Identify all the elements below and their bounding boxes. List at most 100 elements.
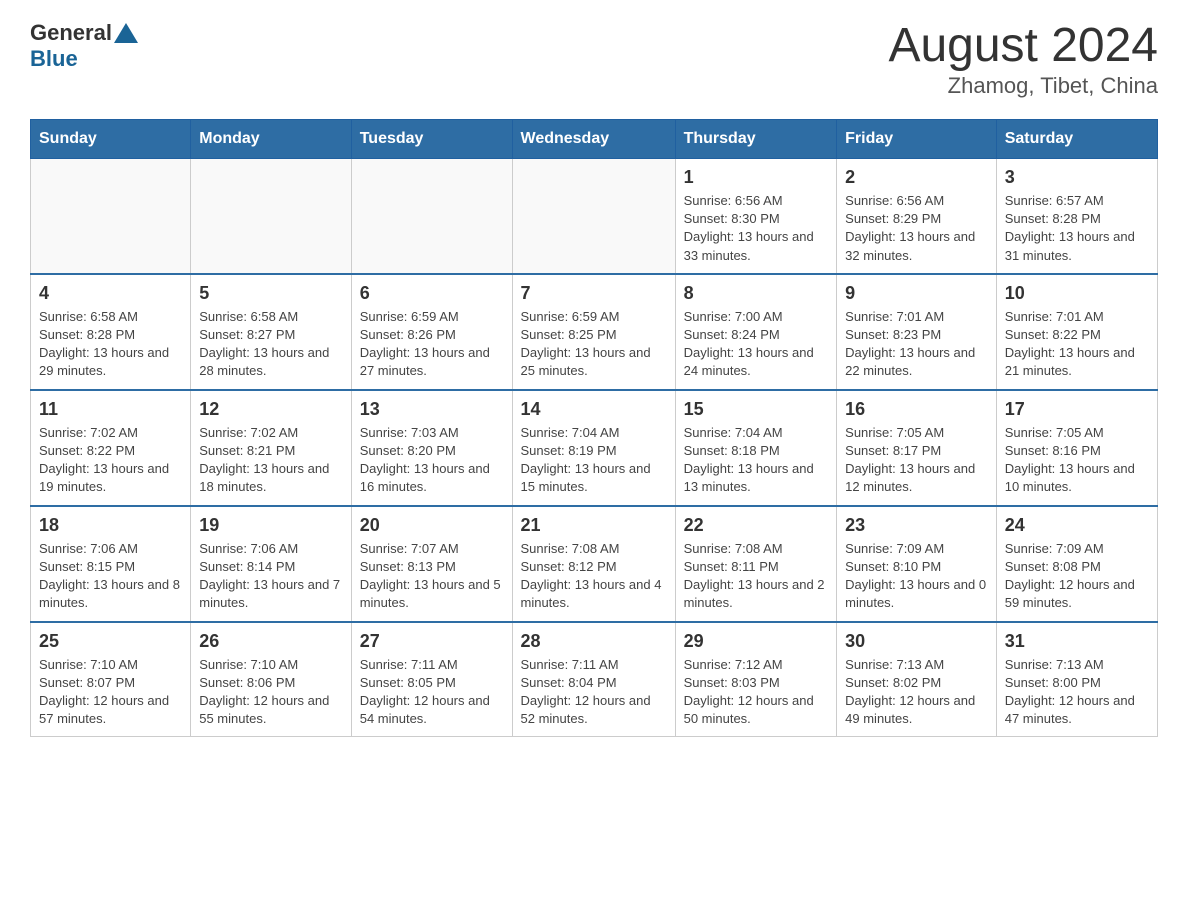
- day-detail: Sunrise: 7:05 AMSunset: 8:16 PMDaylight:…: [1005, 424, 1149, 497]
- day-number: 16: [845, 397, 988, 422]
- calendar-cell: 1Sunrise: 6:56 AMSunset: 8:30 PMDaylight…: [675, 158, 837, 273]
- calendar-week-row: 25Sunrise: 7:10 AMSunset: 8:07 PMDayligh…: [31, 622, 1158, 737]
- calendar-cell: 29Sunrise: 7:12 AMSunset: 8:03 PMDayligh…: [675, 622, 837, 737]
- calendar-cell: 17Sunrise: 7:05 AMSunset: 8:16 PMDayligh…: [996, 390, 1157, 506]
- day-number: 3: [1005, 165, 1149, 190]
- calendar-cell: 12Sunrise: 7:02 AMSunset: 8:21 PMDayligh…: [191, 390, 351, 506]
- day-number: 24: [1005, 513, 1149, 538]
- calendar-cell: 7Sunrise: 6:59 AMSunset: 8:25 PMDaylight…: [512, 274, 675, 390]
- day-detail: Sunrise: 7:13 AMSunset: 8:02 PMDaylight:…: [845, 656, 988, 729]
- page-subtitle: Zhamog, Tibet, China: [888, 73, 1158, 99]
- day-number: 31: [1005, 629, 1149, 654]
- calendar-cell: 31Sunrise: 7:13 AMSunset: 8:00 PMDayligh…: [996, 622, 1157, 737]
- day-number: 8: [684, 281, 829, 306]
- day-detail: Sunrise: 7:13 AMSunset: 8:00 PMDaylight:…: [1005, 656, 1149, 729]
- day-detail: Sunrise: 7:10 AMSunset: 8:06 PMDaylight:…: [199, 656, 342, 729]
- day-detail: Sunrise: 7:06 AMSunset: 8:15 PMDaylight:…: [39, 540, 182, 613]
- calendar-cell: 28Sunrise: 7:11 AMSunset: 8:04 PMDayligh…: [512, 622, 675, 737]
- day-detail: Sunrise: 7:11 AMSunset: 8:05 PMDaylight:…: [360, 656, 504, 729]
- day-detail: Sunrise: 7:03 AMSunset: 8:20 PMDaylight:…: [360, 424, 504, 497]
- calendar-cell: 23Sunrise: 7:09 AMSunset: 8:10 PMDayligh…: [837, 506, 997, 622]
- day-detail: Sunrise: 7:09 AMSunset: 8:08 PMDaylight:…: [1005, 540, 1149, 613]
- day-number: 2: [845, 165, 988, 190]
- calendar-cell: [512, 158, 675, 273]
- calendar-header-row: SundayMondayTuesdayWednesdayThursdayFrid…: [31, 119, 1158, 158]
- calendar-cell: 13Sunrise: 7:03 AMSunset: 8:20 PMDayligh…: [351, 390, 512, 506]
- calendar-cell: [31, 158, 191, 273]
- calendar-cell: 5Sunrise: 6:58 AMSunset: 8:27 PMDaylight…: [191, 274, 351, 390]
- title-block: August 2024 Zhamog, Tibet, China: [888, 20, 1158, 99]
- day-detail: Sunrise: 7:02 AMSunset: 8:21 PMDaylight:…: [199, 424, 342, 497]
- day-number: 19: [199, 513, 342, 538]
- calendar-cell: 27Sunrise: 7:11 AMSunset: 8:05 PMDayligh…: [351, 622, 512, 737]
- day-number: 5: [199, 281, 342, 306]
- day-detail: Sunrise: 7:07 AMSunset: 8:13 PMDaylight:…: [360, 540, 504, 613]
- day-detail: Sunrise: 6:58 AMSunset: 8:28 PMDaylight:…: [39, 308, 182, 381]
- calendar-cell: 8Sunrise: 7:00 AMSunset: 8:24 PMDaylight…: [675, 274, 837, 390]
- day-detail: Sunrise: 6:56 AMSunset: 8:30 PMDaylight:…: [684, 192, 829, 265]
- calendar-cell: 26Sunrise: 7:10 AMSunset: 8:06 PMDayligh…: [191, 622, 351, 737]
- calendar-cell: [351, 158, 512, 273]
- day-detail: Sunrise: 7:12 AMSunset: 8:03 PMDaylight:…: [684, 656, 829, 729]
- calendar-header-friday: Friday: [837, 119, 997, 158]
- day-number: 29: [684, 629, 829, 654]
- day-detail: Sunrise: 7:04 AMSunset: 8:19 PMDaylight:…: [521, 424, 667, 497]
- calendar-header-saturday: Saturday: [996, 119, 1157, 158]
- day-detail: Sunrise: 7:08 AMSunset: 8:12 PMDaylight:…: [521, 540, 667, 613]
- logo-triangle-icon: [114, 23, 138, 43]
- day-detail: Sunrise: 6:56 AMSunset: 8:29 PMDaylight:…: [845, 192, 988, 265]
- day-detail: Sunrise: 7:08 AMSunset: 8:11 PMDaylight:…: [684, 540, 829, 613]
- day-number: 11: [39, 397, 182, 422]
- day-number: 4: [39, 281, 182, 306]
- calendar-cell: 4Sunrise: 6:58 AMSunset: 8:28 PMDaylight…: [31, 274, 191, 390]
- calendar-cell: 15Sunrise: 7:04 AMSunset: 8:18 PMDayligh…: [675, 390, 837, 506]
- day-number: 17: [1005, 397, 1149, 422]
- calendar-header-thursday: Thursday: [675, 119, 837, 158]
- day-number: 30: [845, 629, 988, 654]
- day-number: 22: [684, 513, 829, 538]
- calendar-cell: 22Sunrise: 7:08 AMSunset: 8:11 PMDayligh…: [675, 506, 837, 622]
- day-detail: Sunrise: 7:06 AMSunset: 8:14 PMDaylight:…: [199, 540, 342, 613]
- logo-blue-text: Blue: [30, 46, 138, 72]
- day-detail: Sunrise: 6:59 AMSunset: 8:25 PMDaylight:…: [521, 308, 667, 381]
- calendar-week-row: 11Sunrise: 7:02 AMSunset: 8:22 PMDayligh…: [31, 390, 1158, 506]
- day-number: 9: [845, 281, 988, 306]
- day-detail: Sunrise: 6:58 AMSunset: 8:27 PMDaylight:…: [199, 308, 342, 381]
- day-number: 14: [521, 397, 667, 422]
- day-number: 27: [360, 629, 504, 654]
- calendar-cell: 3Sunrise: 6:57 AMSunset: 8:28 PMDaylight…: [996, 158, 1157, 273]
- day-detail: Sunrise: 6:57 AMSunset: 8:28 PMDaylight:…: [1005, 192, 1149, 265]
- day-number: 23: [845, 513, 988, 538]
- day-detail: Sunrise: 7:10 AMSunset: 8:07 PMDaylight:…: [39, 656, 182, 729]
- day-detail: Sunrise: 7:11 AMSunset: 8:04 PMDaylight:…: [521, 656, 667, 729]
- day-number: 20: [360, 513, 504, 538]
- day-number: 25: [39, 629, 182, 654]
- calendar-cell: 2Sunrise: 6:56 AMSunset: 8:29 PMDaylight…: [837, 158, 997, 273]
- page-header: General Blue August 2024 Zhamog, Tibet, …: [30, 20, 1158, 99]
- day-detail: Sunrise: 7:05 AMSunset: 8:17 PMDaylight:…: [845, 424, 988, 497]
- day-number: 15: [684, 397, 829, 422]
- day-number: 7: [521, 281, 667, 306]
- day-detail: Sunrise: 7:01 AMSunset: 8:23 PMDaylight:…: [845, 308, 988, 381]
- calendar-week-row: 18Sunrise: 7:06 AMSunset: 8:15 PMDayligh…: [31, 506, 1158, 622]
- page-title: August 2024: [888, 20, 1158, 73]
- day-number: 26: [199, 629, 342, 654]
- calendar-cell: 25Sunrise: 7:10 AMSunset: 8:07 PMDayligh…: [31, 622, 191, 737]
- day-detail: Sunrise: 7:04 AMSunset: 8:18 PMDaylight:…: [684, 424, 829, 497]
- day-number: 13: [360, 397, 504, 422]
- day-number: 18: [39, 513, 182, 538]
- calendar-header-monday: Monday: [191, 119, 351, 158]
- calendar-cell: 19Sunrise: 7:06 AMSunset: 8:14 PMDayligh…: [191, 506, 351, 622]
- calendar-header-tuesday: Tuesday: [351, 119, 512, 158]
- day-detail: Sunrise: 6:59 AMSunset: 8:26 PMDaylight:…: [360, 308, 504, 381]
- day-detail: Sunrise: 7:02 AMSunset: 8:22 PMDaylight:…: [39, 424, 182, 497]
- calendar-cell: 30Sunrise: 7:13 AMSunset: 8:02 PMDayligh…: [837, 622, 997, 737]
- day-number: 28: [521, 629, 667, 654]
- day-detail: Sunrise: 7:01 AMSunset: 8:22 PMDaylight:…: [1005, 308, 1149, 381]
- calendar-cell: 6Sunrise: 6:59 AMSunset: 8:26 PMDaylight…: [351, 274, 512, 390]
- day-number: 10: [1005, 281, 1149, 306]
- calendar-cell: 24Sunrise: 7:09 AMSunset: 8:08 PMDayligh…: [996, 506, 1157, 622]
- calendar-cell: 16Sunrise: 7:05 AMSunset: 8:17 PMDayligh…: [837, 390, 997, 506]
- calendar-header-wednesday: Wednesday: [512, 119, 675, 158]
- calendar-cell: 20Sunrise: 7:07 AMSunset: 8:13 PMDayligh…: [351, 506, 512, 622]
